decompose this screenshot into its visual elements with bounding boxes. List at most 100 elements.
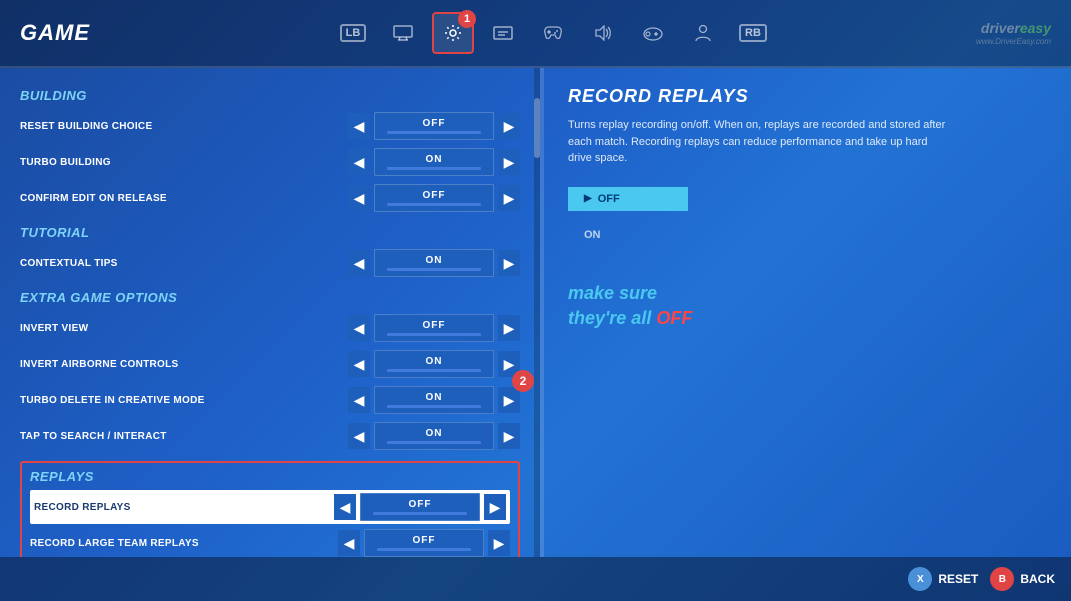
record-large-team-left-arrow[interactable]: ◀ [338,530,360,556]
invert-view-label: INVERT VIEW [20,323,348,334]
tap-to-search-row: TAP TO SEARCH / INTERACT ◀ ON ▶ [20,419,520,453]
monitor-nav-button[interactable] [382,12,424,54]
rb-nav-button[interactable]: RB [732,12,774,54]
reset-button-label: RESET [938,572,978,586]
extra-game-options-title: EXTRA GAME OPTIONS [20,290,520,305]
off-highlight-text: OFF [656,308,692,328]
top-navigation-bar: Game LB 1 [0,0,1071,68]
back-button-icon: B [990,567,1014,591]
monitor-icon [393,25,413,41]
contextual-tips-value: ON [426,255,443,266]
contextual-tips-right-arrow[interactable]: ▶ [498,250,520,276]
sound-nav-button[interactable] [582,12,624,54]
driver-easy-logo: drivereasy www.DriverEasy.com [976,19,1051,48]
record-replays-right-arrow[interactable]: ▶ [484,494,506,520]
tap-to-search-value: ON [426,428,443,439]
right-panel-description: Turns replay recording on/off. When on, … [568,117,948,167]
display2-nav-button[interactable] [482,12,524,54]
tap-to-search-right-arrow[interactable]: ▶ [498,423,520,449]
rb-label: RB [739,24,767,42]
invert-view-value-box: OFF [374,314,494,342]
confirm-edit-right-arrow[interactable]: ▶ [498,185,520,211]
invert-view-row: INVERT VIEW ◀ OFF ▶ [20,311,520,345]
turbo-delete-value-box: ON [374,386,494,414]
record-large-team-row: RECORD LARGE TEAM REPLAYS ◀ OFF ▶ [30,526,510,557]
gamepad2-nav-button[interactable] [632,12,674,54]
contextual-tips-left-arrow[interactable]: ◀ [348,250,370,276]
invert-view-right-arrow[interactable]: ▶ [498,315,520,341]
reset-building-right-arrow[interactable]: ▶ [498,113,520,139]
tap-to-search-bar [387,441,481,444]
turbo-building-label: TURBO BUILDING [20,157,348,168]
reset-building-left-arrow[interactable]: ◀ [348,113,370,139]
record-large-team-value-box: OFF [364,529,484,557]
record-large-team-value: OFF [413,535,436,546]
reset-building-value: OFF [423,118,446,129]
confirm-edit-bar [387,203,481,206]
person-nav-button[interactable] [682,12,724,54]
record-large-team-label: RECORD LARGE TEAM REPLAYS [30,538,338,549]
reset-building-choice-row: RESET BUILDING CHOICE ◀ OFF ▶ [20,109,520,143]
turbo-delete-control: ◀ ON ▶ [348,386,520,414]
scroll-track [534,68,540,557]
person-icon [695,24,711,42]
invert-airborne-value-box: ON [374,350,494,378]
right-detail-panel: RECORD REPLAYS Turns replay recording on… [544,68,1071,557]
turbo-building-value-box: ON [374,148,494,176]
invert-airborne-control: ◀ ON ▶ [348,350,520,378]
turbo-delete-label: TURBO DELETE IN CREATIVE MODE [20,395,348,406]
turbo-delete-value: ON [426,392,443,403]
option-off-selected[interactable]: ▶ OFF [568,187,688,211]
invert-airborne-value: ON [426,356,443,367]
turbo-delete-left-arrow[interactable]: ◀ [348,387,370,413]
invert-airborne-left-arrow[interactable]: ◀ [348,351,370,377]
confirm-edit-value-box: OFF [374,184,494,212]
option-off-arrow: ▶ [584,193,592,204]
record-replays-label: RECORD REPLAYS [34,502,334,513]
record-replays-control: ◀ OFF ▶ [334,493,506,521]
confirm-edit-left-arrow[interactable]: ◀ [348,185,370,211]
reset-button[interactable]: X RESET [908,567,978,591]
invert-view-control: ◀ OFF ▶ [348,314,520,342]
option-on-label: ON [584,229,601,241]
badge-2: 2 [512,370,534,392]
turbo-building-right-arrow[interactable]: ▶ [498,149,520,175]
back-button-label: BACK [1020,572,1055,586]
reset-building-value-box: OFF [374,112,494,140]
lb-nav-button[interactable]: LB [332,12,374,54]
make-sure-line2: they're all OFF [568,308,692,328]
contextual-tips-row: CONTEXTUAL TIPS ◀ ON ▶ [20,246,520,280]
nav-icon-group: LB 1 [130,12,976,54]
replays-section: REPLAYS RECORD REPLAYS ◀ OFF ▶ RECORD LA… [20,461,520,557]
lb-label: LB [340,24,367,42]
contextual-tips-bar [387,268,481,271]
main-content-area: BUILDING RESET BUILDING CHOICE ◀ OFF ▶ T… [0,68,1071,557]
record-large-team-control: ◀ OFF ▶ [338,529,510,557]
scroll-thumb[interactable] [534,98,540,158]
confirm-edit-control: ◀ OFF ▶ [348,184,520,212]
confirm-edit-label: CONFIRM EDIT ON RELEASE [20,193,348,204]
option-on-unselected[interactable]: ON [568,223,617,247]
make-sure-line1: make sure [568,283,657,303]
invert-view-left-arrow[interactable]: ◀ [348,315,370,341]
record-replays-left-arrow[interactable]: ◀ [334,494,356,520]
record-replays-row: RECORD REPLAYS ◀ OFF ▶ [30,490,510,524]
turbo-delete-right-arrow[interactable]: ▶ [498,387,520,413]
record-large-team-right-arrow[interactable]: ▶ [488,530,510,556]
back-button[interactable]: B BACK [990,567,1055,591]
reset-building-label: RESET BUILDING CHOICE [20,121,348,132]
display2-icon [493,25,513,41]
confirm-edit-value: OFF [423,190,446,201]
turbo-building-left-arrow[interactable]: ◀ [348,149,370,175]
contextual-tips-control: ◀ ON ▶ [348,249,520,277]
tap-to-search-left-arrow[interactable]: ◀ [348,423,370,449]
gear-nav-button[interactable]: 1 [432,12,474,54]
controller-nav-button[interactable] [532,12,574,54]
reset-button-icon: X [908,567,932,591]
turbo-delete-bar [387,405,481,408]
right-panel-title: RECORD REPLAYS [568,86,1047,107]
option-on-row: ON [568,219,1047,251]
replays-section-title: REPLAYS [30,469,510,484]
gamepad2-icon [642,25,664,41]
tap-to-search-control: ◀ ON ▶ [348,422,520,450]
